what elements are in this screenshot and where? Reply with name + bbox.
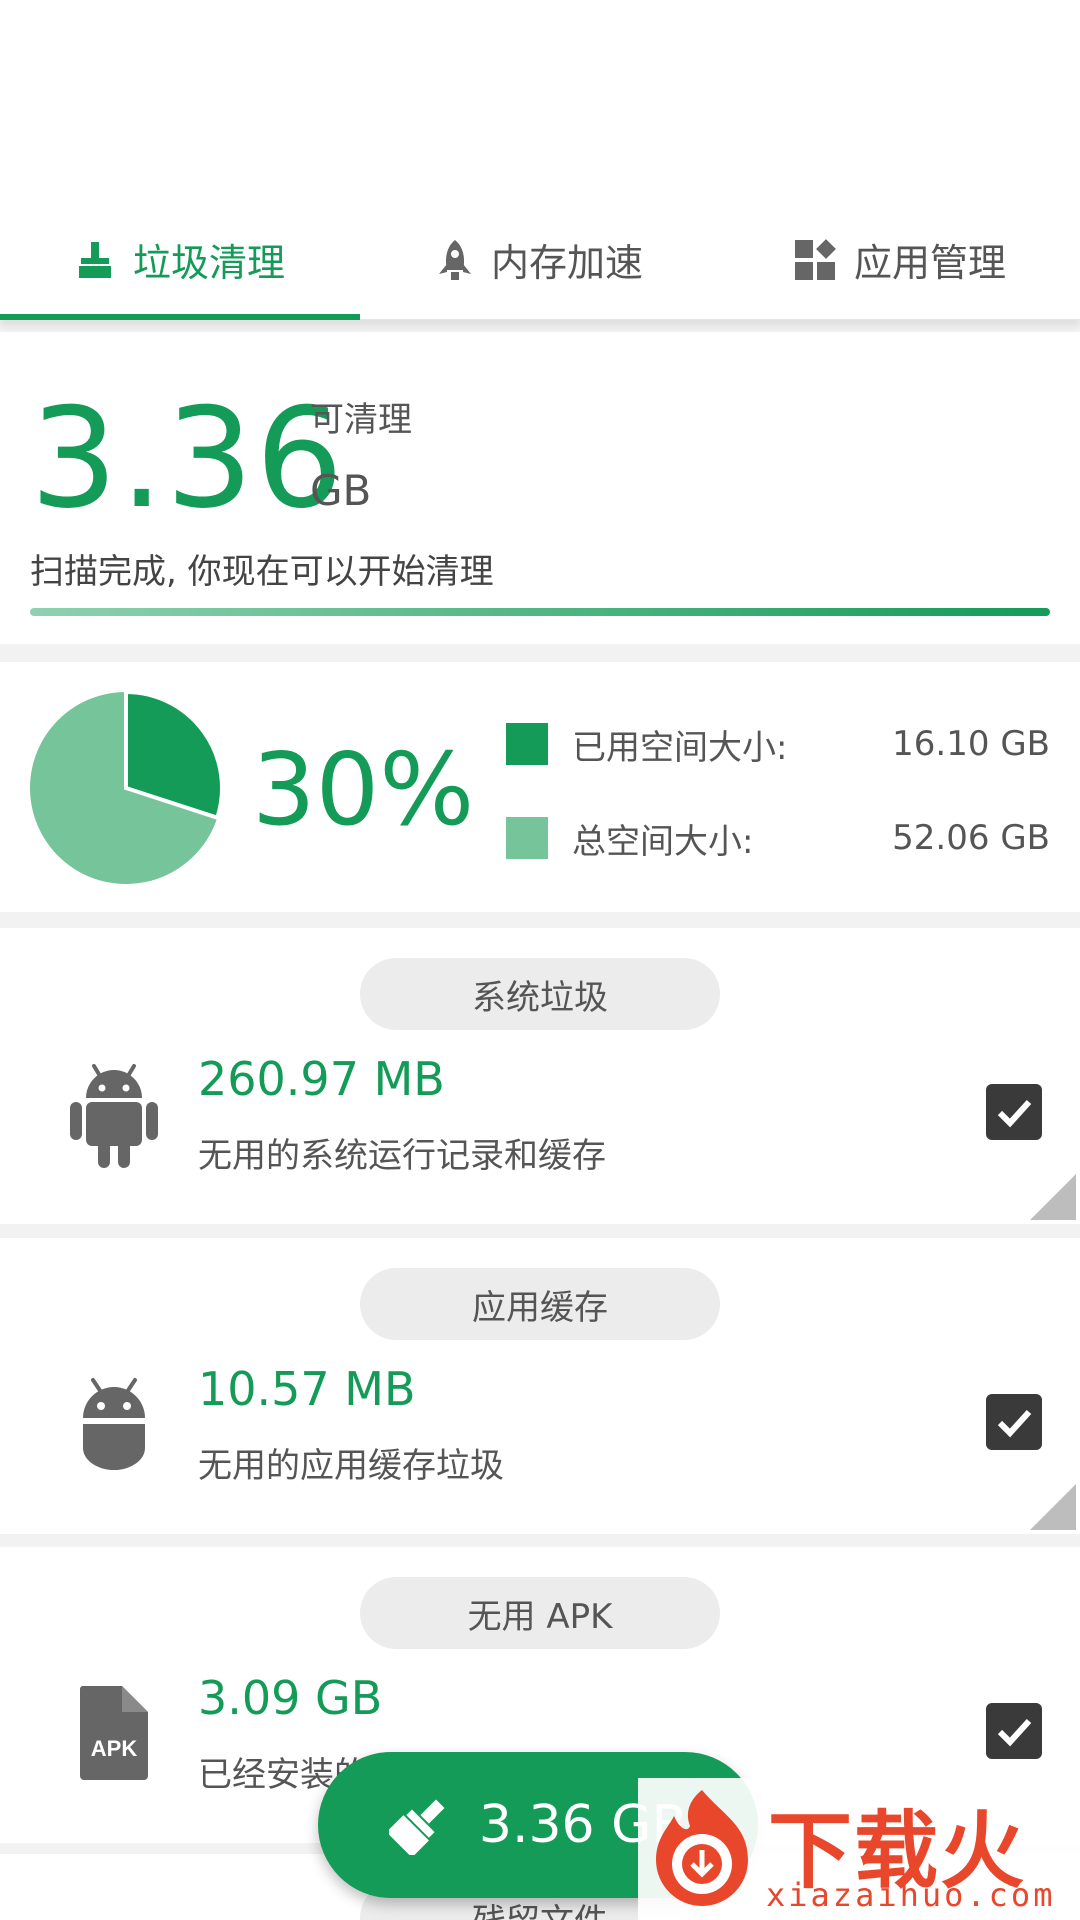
junk-size: 260.97 MB: [198, 1052, 445, 1106]
expand-corner-indicator[interactable]: [1030, 1484, 1076, 1530]
scan-progress-bar: [30, 608, 1050, 616]
junk-desc: 无用的系统运行记录和缓存: [198, 1136, 606, 1176]
svg-text:APK: APK: [91, 1736, 138, 1761]
cleanable-unit: GB: [310, 466, 372, 515]
total-value: 52.06 GB: [892, 818, 1050, 858]
used-swatch: [506, 723, 548, 765]
category-pill: 系统垃圾: [360, 958, 720, 1030]
tab-memory-boost[interactable]: 内存加速: [360, 200, 720, 319]
checkmark-icon: [997, 1718, 1032, 1747]
tab-bar: 垃圾清理 内存加速 应用管理: [0, 200, 1080, 320]
status-area: [0, 0, 1080, 200]
apk-file-icon: APK: [66, 1673, 162, 1793]
cleanable-label: 可清理: [310, 400, 412, 440]
expand-corner-indicator[interactable]: [1030, 1174, 1076, 1220]
watermark: 下载火 xiazaihuo.com: [638, 1778, 1080, 1920]
category-pill: 应用缓存: [360, 1268, 720, 1340]
apps-grid-icon: [794, 238, 836, 280]
total-label: 总空间大小:: [572, 821, 754, 862]
checkbox[interactable]: [986, 1084, 1042, 1140]
junk-card-system[interactable]: 系统垃圾 260.97 MB 无用的系统运行记录和缓存: [0, 928, 1080, 1224]
clean-brush-icon: [388, 1799, 445, 1855]
storage-panel: 30% 已用空间大小: 16.10 GB 总空间大小: 52.06 GB: [0, 662, 1080, 912]
used-label: 已用空间大小:: [572, 727, 788, 768]
used-value: 16.10 GB: [892, 724, 1050, 764]
rocket-icon: [438, 239, 471, 280]
cleanable-amount: 3.36: [30, 378, 346, 539]
watermark-logo: [656, 1790, 748, 1906]
category-pill: 无用 APK: [360, 1577, 720, 1649]
android-robot-icon: [66, 1054, 162, 1174]
checkmark-icon: [997, 1409, 1032, 1438]
tab-label: 内存加速: [490, 241, 643, 285]
legend-used: 已用空间大小: 16.10 GB: [506, 722, 1050, 768]
checkbox[interactable]: [986, 1394, 1042, 1450]
total-swatch: [506, 817, 548, 859]
tab-junk-clean[interactable]: 垃圾清理: [0, 200, 360, 320]
junk-size: 10.57 MB: [198, 1362, 416, 1416]
junk-card-app-cache[interactable]: 应用缓存 10.57 MB 无用的应用缓存垃圾: [0, 1238, 1080, 1534]
tab-label: 垃圾清理: [132, 241, 285, 285]
checkbox[interactable]: [986, 1703, 1042, 1759]
checkmark-icon: [997, 1099, 1032, 1128]
junk-desc: 无用的应用缓存垃圾: [198, 1446, 504, 1486]
junk-size: 3.09 GB: [198, 1671, 383, 1725]
scan-status: 扫描完成, 你现在可以开始清理: [30, 552, 494, 592]
broom-icon: [78, 241, 111, 278]
watermark-url: xiazaihuo.com: [766, 1876, 1056, 1914]
legend-total: 总空间大小: 52.06 GB: [506, 816, 1050, 862]
clean-summary: 3.36 可清理 GB 扫描完成, 你现在可以开始清理: [0, 332, 1080, 644]
storage-pie-chart: [30, 690, 224, 884]
android-head-icon: [66, 1364, 162, 1484]
tab-app-manage[interactable]: 应用管理: [720, 200, 1080, 319]
tab-label: 应用管理: [853, 241, 1006, 285]
usage-percent: 30%: [252, 731, 475, 848]
